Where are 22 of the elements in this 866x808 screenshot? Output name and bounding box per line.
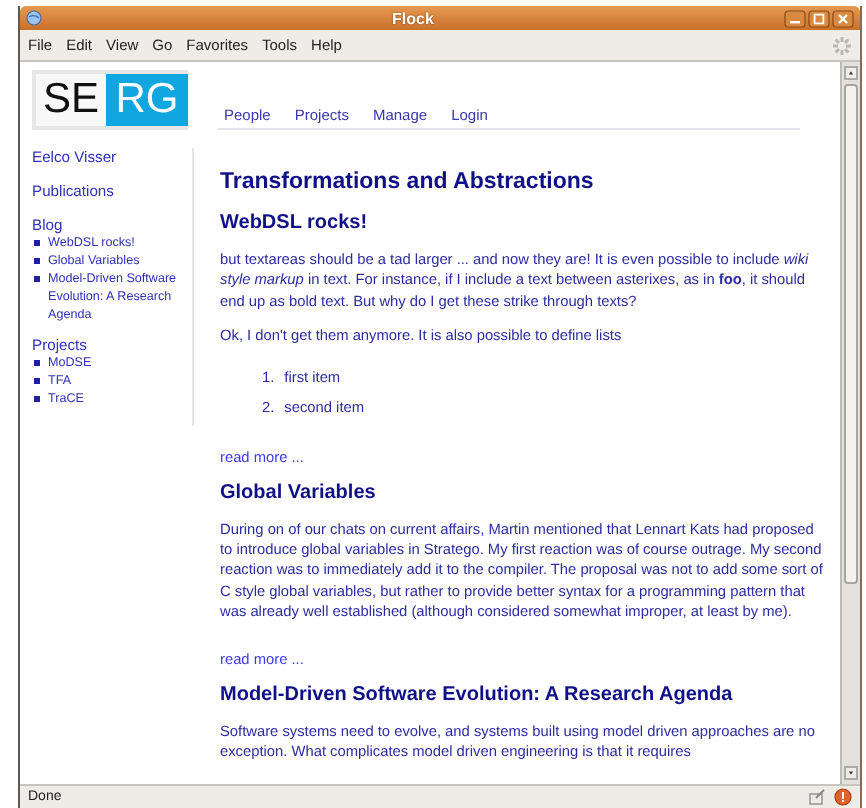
site-logo[interactable]: SE RG bbox=[32, 70, 188, 130]
post-title: Model-Driven Software Evolution: A Research Agenda bbox=[220, 683, 735, 706]
close-icon[interactable] bbox=[832, 9, 854, 27]
bullet-icon bbox=[34, 360, 40, 366]
maximize-icon[interactable] bbox=[808, 9, 830, 27]
page-heading: Transformations and Abstractions bbox=[220, 170, 596, 194]
bullet-icon bbox=[34, 240, 40, 246]
post-title: WebDSL rocks! bbox=[220, 212, 370, 234]
window-title: Flock bbox=[390, 9, 436, 27]
scroll-up-icon[interactable] bbox=[844, 66, 858, 80]
scroll-thumb[interactable] bbox=[844, 84, 858, 584]
throbber-icon bbox=[832, 35, 852, 55]
minimize-icon[interactable] bbox=[784, 9, 806, 27]
bullet-icon bbox=[34, 378, 40, 384]
bullet-icon bbox=[34, 396, 40, 402]
globe-icon bbox=[26, 10, 42, 26]
post-title: Global Variables bbox=[220, 481, 378, 504]
scroll-down-icon[interactable] bbox=[844, 766, 858, 780]
warning-icon[interactable] bbox=[834, 788, 852, 806]
pencil-icon[interactable] bbox=[808, 788, 826, 806]
bullet-icon bbox=[34, 276, 40, 282]
bullet-icon bbox=[34, 258, 40, 264]
